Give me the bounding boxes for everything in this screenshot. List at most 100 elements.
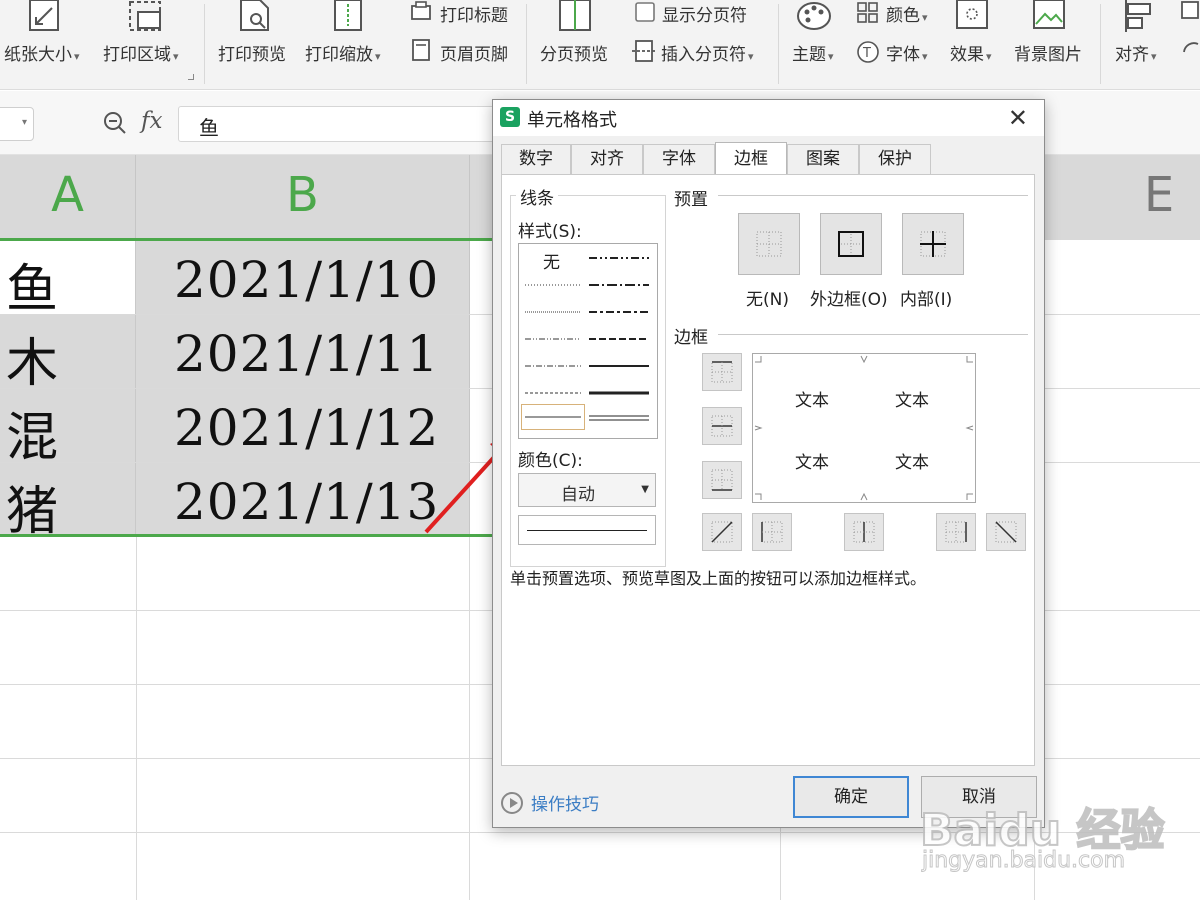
tab-protection[interactable]: 保护 <box>859 144 931 174</box>
print-titles-icon <box>411 1 431 20</box>
border-preview[interactable]: 文本 文本 文本 文本 <box>752 353 976 503</box>
formula-input[interactable]: 鱼 <box>178 106 498 142</box>
border-vertical-button[interactable] <box>844 513 884 551</box>
print-scale-button[interactable]: 打印缩放 ▾ <box>305 40 381 65</box>
column-header-e[interactable]: E <box>1034 155 1200 240</box>
dialog-title-bar[interactable]: S 单元格格式 ✕ <box>493 100 1044 136</box>
cell-text: 木 <box>6 334 59 394</box>
name-box[interactable]: ▾ <box>0 107 34 141</box>
background-image-icon <box>1033 0 1065 29</box>
formula-value: 鱼 <box>199 116 219 140</box>
grid-line <box>136 537 137 900</box>
preset-none-button[interactable] <box>738 213 800 275</box>
print-area-icon <box>129 1 161 31</box>
preset-outline-button[interactable] <box>820 213 882 275</box>
function-icon[interactable]: fx <box>141 108 162 134</box>
effects-icon <box>956 0 988 29</box>
colors-icon <box>857 2 878 23</box>
show-page-breaks-checkbox[interactable] <box>634 1 658 25</box>
column-label: B <box>286 167 319 223</box>
tab-number[interactable]: 数字 <box>501 144 571 174</box>
header-footer-button[interactable]: 页眉页脚 <box>440 40 508 65</box>
colors-button[interactable]: 颜色 ▾ <box>886 1 928 26</box>
wps-logo-icon: S <box>500 107 520 127</box>
paper-size-label: 纸张大小 <box>4 45 72 65</box>
grid-line <box>469 537 470 900</box>
watermark-url: jingyan.baidu.com <box>921 848 1126 874</box>
cell-text: 鱼 <box>6 260 59 320</box>
cell-text: 混 <box>6 408 59 468</box>
tab-border[interactable]: 边框 <box>715 142 787 174</box>
tab-alignment[interactable]: 对齐 <box>571 144 643 174</box>
presets-label: 预置 <box>674 190 708 210</box>
border-bottom-button[interactable] <box>702 461 742 499</box>
border-hint-text: 单击预置选项、预览草图及上面的按钮可以添加边框样式。 <box>510 569 927 588</box>
border-horizontal-button[interactable] <box>702 407 742 445</box>
header-footer-icon <box>412 39 430 61</box>
cell-b2[interactable]: 2021/1/11 <box>136 315 470 389</box>
preview-text: 文本 <box>895 453 929 473</box>
background-image-button[interactable]: 背景图片 <box>1014 40 1082 65</box>
effects-button[interactable]: 效果 ▾ <box>950 40 992 65</box>
preset-inside-button[interactable] <box>902 213 964 275</box>
tab-pattern[interactable]: 图案 <box>787 144 859 174</box>
cell-b1[interactable]: 2021/1/10 <box>136 241 470 315</box>
show-page-breaks-option[interactable]: 显示分页符 <box>662 1 747 26</box>
cell-a1[interactable]: 鱼 <box>0 241 136 320</box>
insert-page-break-button[interactable]: 插入分页符 ▾ <box>661 40 754 65</box>
style-label: 样式(S): <box>518 222 582 242</box>
column-header-b[interactable]: B <box>136 155 470 240</box>
line-color-select[interactable]: 自动 ▼ <box>518 473 656 507</box>
tab-font[interactable]: 字体 <box>643 144 715 174</box>
page-break-preview-button[interactable]: 分页预览 <box>540 40 608 65</box>
cell-text: 2021/1/11 <box>174 325 440 383</box>
operation-tips-label: 操作技巧 <box>531 795 599 815</box>
presets-divider <box>718 195 1028 196</box>
border-left-button[interactable] <box>752 513 792 551</box>
print-preview-label: 打印预览 <box>218 45 286 65</box>
print-preview-button[interactable]: 打印预览 <box>218 40 286 65</box>
print-area-button[interactable]: 打印区域 ▾ <box>103 40 179 65</box>
column-label: E <box>1143 167 1175 223</box>
cell-a2[interactable]: 木 <box>0 315 136 394</box>
header-footer-label: 页眉页脚 <box>440 45 508 65</box>
border-right-icon <box>945 521 967 543</box>
align-button[interactable]: 对齐 ▾ <box>1115 40 1157 65</box>
line-style-options[interactable] <box>519 244 657 438</box>
border-diagonal-down-button[interactable] <box>986 513 1026 551</box>
grid-line <box>780 828 781 900</box>
border-right-button[interactable] <box>936 513 976 551</box>
ok-button[interactable]: 确定 <box>793 776 909 818</box>
show-page-breaks-label: 显示分页符 <box>662 6 747 26</box>
border-top-button[interactable] <box>702 353 742 391</box>
theme-label: 主题 <box>792 45 826 65</box>
close-icon[interactable]: ✕ <box>1008 104 1028 132</box>
preview-text: 文本 <box>795 453 829 473</box>
cell-a4[interactable]: 猪 <box>0 463 136 542</box>
cell-text: 2021/1/13 <box>174 473 440 531</box>
effects-label: 效果 <box>950 45 984 65</box>
border-diagonal-up-button[interactable] <box>702 513 742 551</box>
paper-size-button[interactable]: 纸张大小 ▾ <box>4 40 80 65</box>
dialog-launcher-icon[interactable] <box>188 74 194 80</box>
line-sample <box>518 515 656 545</box>
border-bottom-icon <box>711 469 733 491</box>
cell-text: 2021/1/12 <box>174 399 440 457</box>
cell-a3[interactable]: 混 <box>0 389 136 468</box>
border-vertical-icon <box>853 521 875 543</box>
theme-button[interactable]: 主题 ▾ <box>792 40 834 65</box>
align-icon <box>1125 0 1151 32</box>
line-sample-stroke <box>527 530 647 531</box>
line-style-list[interactable]: 无 <box>518 243 658 439</box>
ribbon-separator <box>778 4 779 84</box>
column-header-a[interactable]: A <box>0 155 136 240</box>
dialog-title: 单元格格式 <box>527 110 617 131</box>
fonts-button[interactable]: 字体 ▾ <box>886 40 928 65</box>
print-area-label: 打印区域 <box>103 45 171 65</box>
rotate-icon <box>1181 1 1199 53</box>
colors-label: 颜色 <box>886 6 920 26</box>
fonts-icon: T <box>857 41 879 63</box>
print-titles-button[interactable]: 打印标题 <box>440 1 508 26</box>
zoom-icon[interactable] <box>103 111 127 135</box>
baidu-watermark: Baidu 经验 jingyan.baidu.com <box>918 770 1165 890</box>
